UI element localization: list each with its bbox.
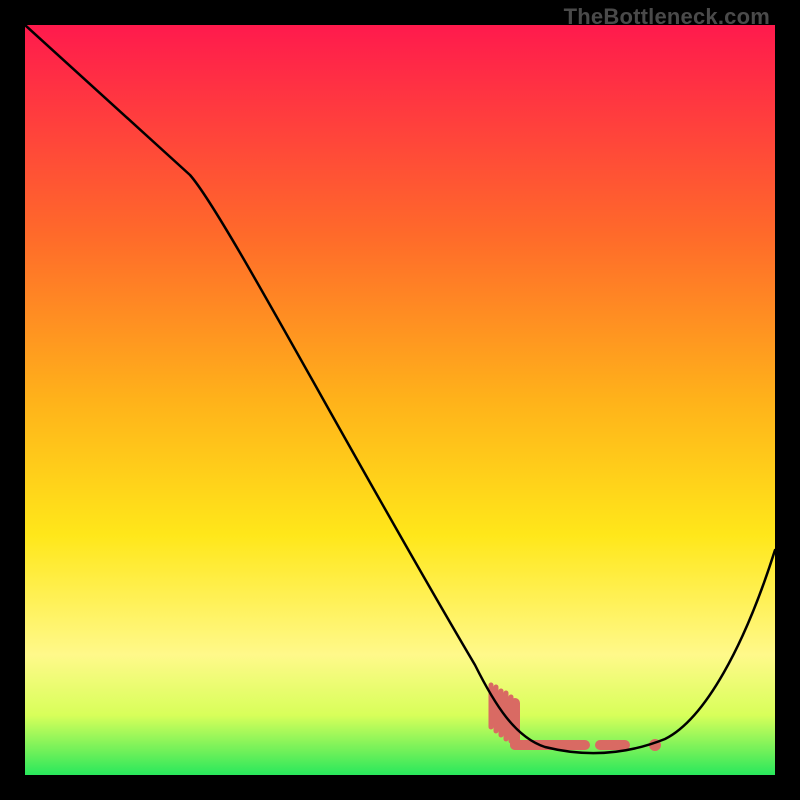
chart-frame <box>25 25 775 775</box>
chart-overlay <box>25 25 775 775</box>
watermark-text: TheBottleneck.com <box>564 4 770 30</box>
bottleneck-curve <box>25 25 775 753</box>
